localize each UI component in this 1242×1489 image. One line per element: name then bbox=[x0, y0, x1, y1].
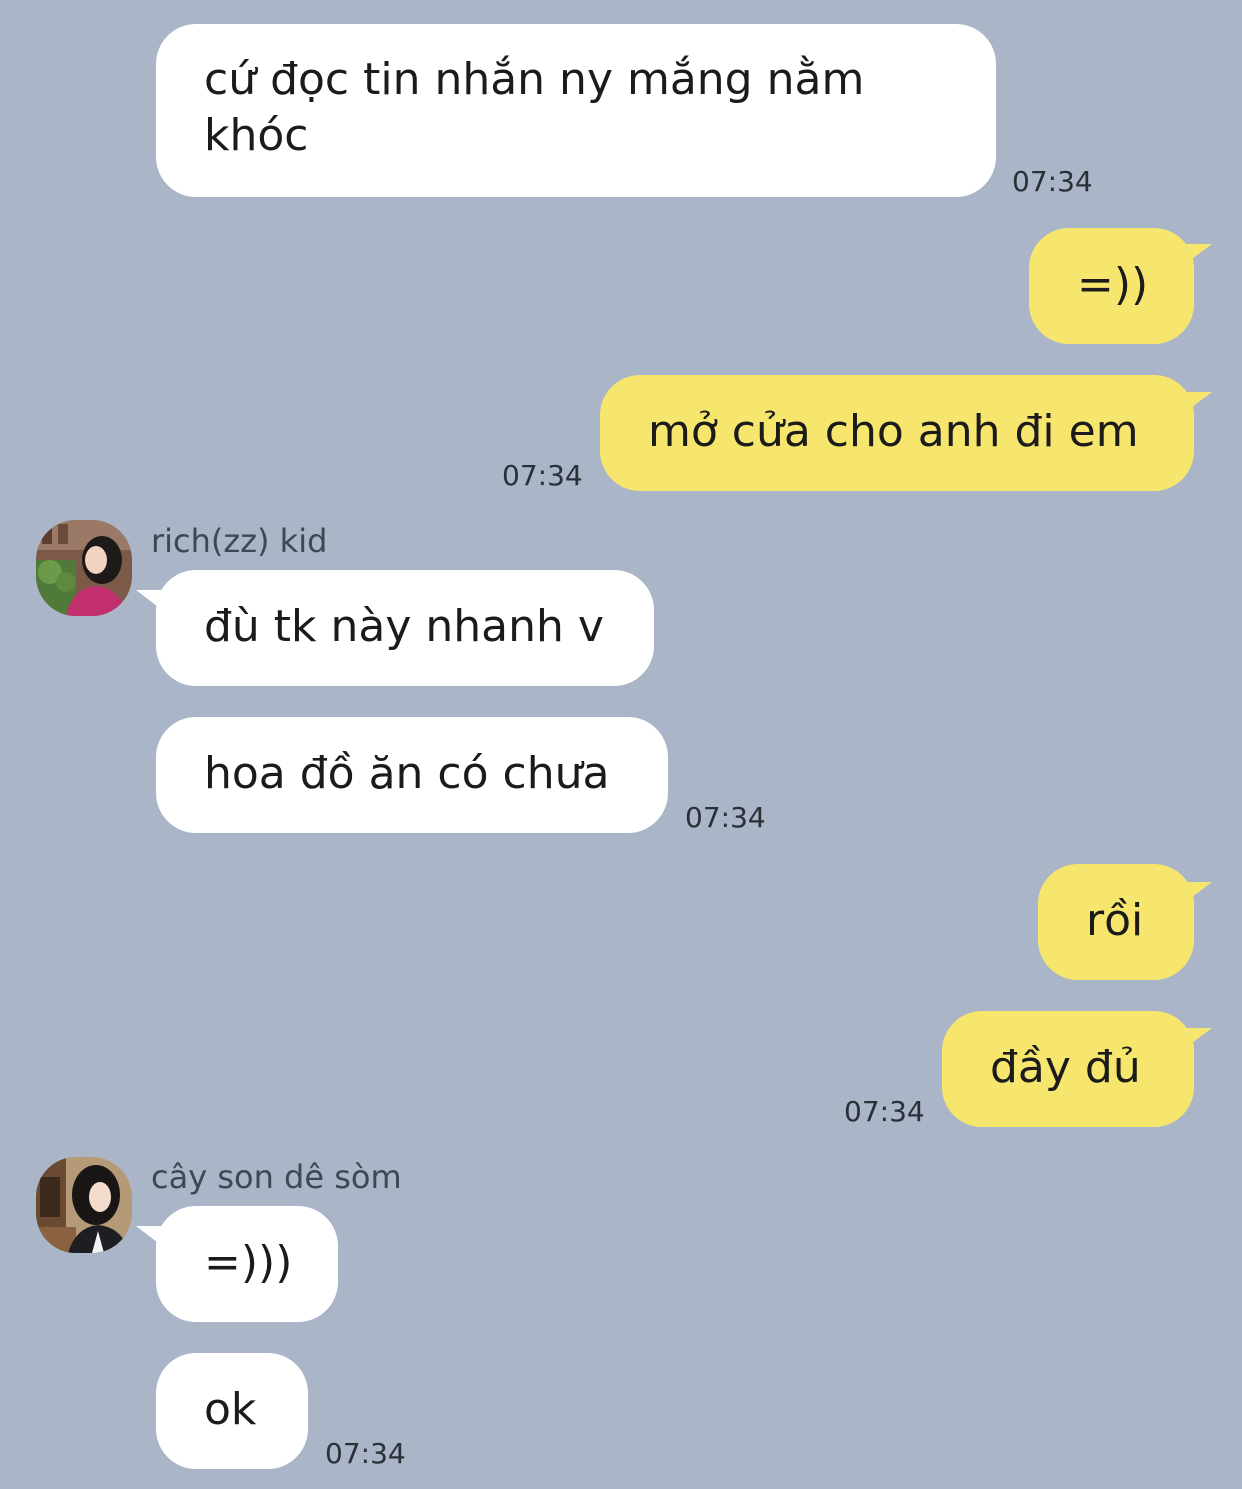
bubble-tail bbox=[1172, 1028, 1212, 1058]
message-text: =)) bbox=[1077, 259, 1149, 310]
outgoing-message-bubble[interactable]: mở cửa cho anh đi em bbox=[600, 375, 1194, 491]
incoming-message-bubble[interactable]: ok bbox=[156, 1353, 308, 1469]
message-timestamp: 07:34 bbox=[844, 1095, 925, 1128]
message-timestamp: 07:34 bbox=[1012, 165, 1093, 198]
incoming-message-bubble[interactable]: hoa đồ ăn có chưa bbox=[156, 717, 668, 833]
outgoing-message-bubble[interactable]: rồi bbox=[1038, 864, 1194, 980]
bubble-tail bbox=[1172, 392, 1212, 422]
incoming-message-bubble[interactable]: cứ đọc tin nhắn ny mắng nằm khóc bbox=[156, 24, 996, 197]
sender-name: cây son dê sòm bbox=[151, 1158, 402, 1196]
message-text: đù tk này nhanh v bbox=[204, 601, 604, 652]
bubble-tail bbox=[1172, 244, 1212, 274]
message-timestamp: 07:34 bbox=[502, 459, 583, 492]
message-text: cứ đọc tin nhắn ny mắng nằm khóc bbox=[204, 54, 865, 161]
incoming-message-bubble[interactable]: =))) bbox=[156, 1206, 338, 1322]
profile-photo-icon bbox=[36, 1157, 132, 1253]
message-text: =))) bbox=[204, 1237, 293, 1288]
bubble-tail bbox=[136, 590, 170, 616]
message-text: ok bbox=[204, 1384, 257, 1435]
sender-name: rich(zz) kid bbox=[151, 522, 328, 560]
profile-photo-icon bbox=[36, 520, 132, 616]
message-text: đầy đủ bbox=[990, 1042, 1141, 1093]
message-timestamp: 07:34 bbox=[325, 1437, 406, 1470]
bubble-tail bbox=[136, 1226, 170, 1252]
message-timestamp: 07:34 bbox=[685, 801, 766, 834]
bubble-tail bbox=[1172, 882, 1212, 912]
avatar[interactable] bbox=[36, 520, 132, 616]
message-text: rồi bbox=[1086, 895, 1144, 946]
outgoing-message-bubble[interactable]: =)) bbox=[1029, 228, 1194, 344]
outgoing-message-bubble[interactable]: đầy đủ bbox=[942, 1011, 1194, 1127]
message-text: hoa đồ ăn có chưa bbox=[204, 748, 610, 799]
incoming-message-bubble[interactable]: đù tk này nhanh v bbox=[156, 570, 654, 686]
avatar[interactable] bbox=[36, 1157, 132, 1253]
message-text: mở cửa cho anh đi em bbox=[648, 406, 1139, 457]
